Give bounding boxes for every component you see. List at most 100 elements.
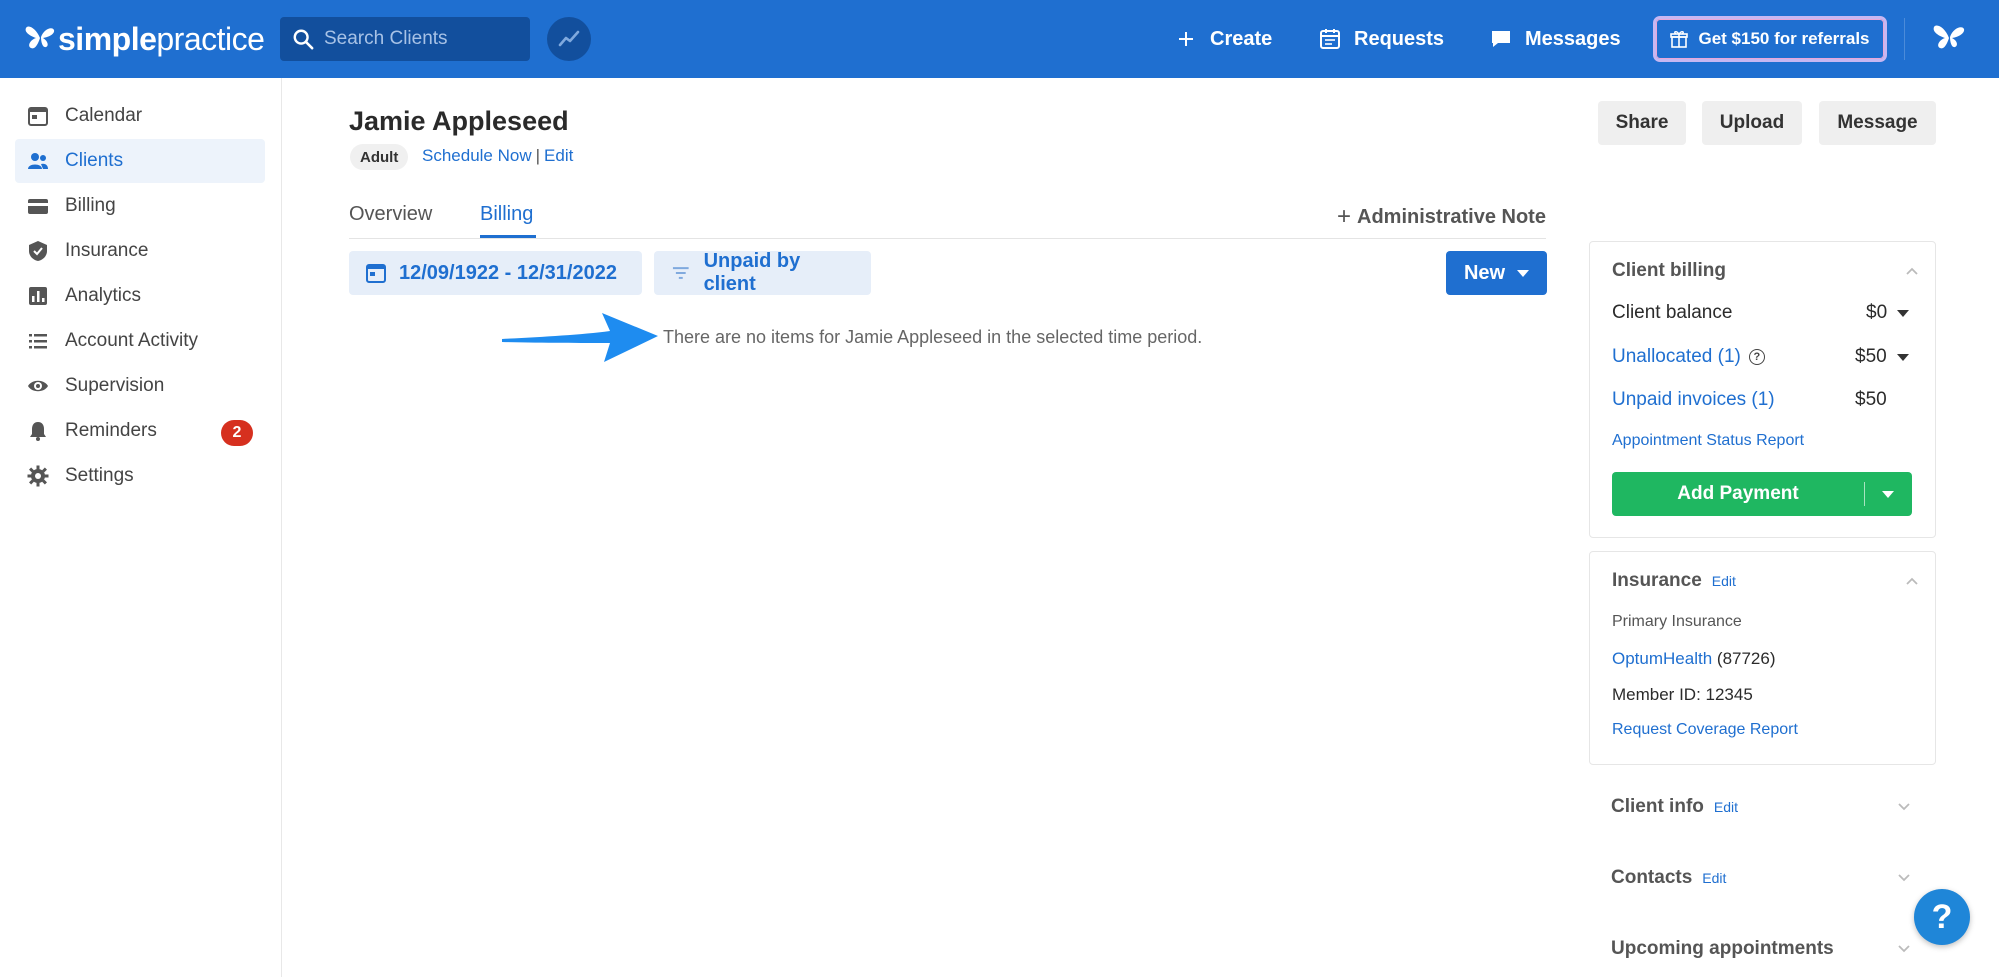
calendar-list-icon (1320, 29, 1340, 49)
search-input[interactable] (324, 28, 514, 50)
caret-down-icon (1517, 269, 1530, 277)
referral-label: Get $150 for referrals (1698, 29, 1870, 48)
bar-chart-icon (29, 287, 47, 305)
trend-line-icon (558, 30, 580, 47)
chevron-down-icon[interactable] (1897, 942, 1911, 956)
tabs-divider (349, 238, 1546, 239)
unpaid-filter-button[interactable]: Unpaid by client (654, 250, 871, 295)
chat-bubble-icon (1492, 31, 1510, 47)
sidebar: Calendar Clients Billing Insurance Analy… (0, 78, 282, 977)
filter-label: Unpaid by client (703, 250, 801, 295)
sidebar-item-label: Supervision (65, 375, 165, 396)
reminders-count-badge: 2 (221, 420, 253, 446)
link-separator: | (535, 146, 541, 165)
administrative-note-button[interactable]: + Administrative Note (1337, 203, 1546, 231)
sidebar-item-analytics[interactable]: Analytics (15, 274, 265, 318)
add-payment-button[interactable]: Add Payment (1612, 472, 1912, 516)
insurance-edit-link[interactable]: Edit (1712, 573, 1736, 589)
create-label: Create (1210, 27, 1273, 50)
create-button[interactable]: Create (1174, 18, 1272, 60)
primary-insurance-label: Primary Insurance (1612, 613, 1742, 630)
client-balance-value: $0 (1866, 302, 1888, 323)
chevron-up-icon[interactable] (1905, 264, 1919, 278)
sidebar-item-label: Settings (65, 465, 134, 486)
insurance-provider-link[interactable]: OptumHealth (1612, 649, 1712, 668)
unallocated-dropdown[interactable]: $50 (1855, 346, 1909, 368)
upcoming-appointments-title: Upcoming appointments (1611, 938, 1834, 959)
requests-button[interactable]: Requests (1318, 18, 1444, 60)
butterfly-menu-icon[interactable] (1932, 22, 1966, 54)
share-button[interactable]: Share (1598, 101, 1686, 145)
insurance-title-row: Insurance Edit (1612, 570, 1736, 592)
list-icon (29, 334, 47, 349)
empty-state-message: There are no items for Jamie Appleseed i… (663, 327, 1203, 347)
client-balance-label: Client balance (1612, 302, 1733, 323)
chevron-up-icon[interactable] (1905, 574, 1919, 588)
sidebar-item-label: Reminders (65, 420, 157, 441)
unallocated-link[interactable]: Unallocated (1)? (1612, 346, 1765, 368)
gift-icon (1670, 31, 1689, 48)
sidebar-item-settings[interactable]: Settings (15, 454, 265, 498)
unallocated-label: Unallocated (1) (1612, 346, 1741, 367)
sidebar-item-calendar[interactable]: Calendar (15, 94, 265, 138)
upcoming-appointments-section-header[interactable]: Upcoming appointments (1611, 938, 1834, 960)
client-info-edit-link[interactable]: Edit (1714, 799, 1738, 815)
appointment-status-report-link[interactable]: Appointment Status Report (1612, 432, 1804, 450)
requests-label: Requests (1354, 27, 1445, 50)
sidebar-item-supervision[interactable]: Supervision (15, 364, 265, 408)
new-button-label: New (1463, 261, 1506, 284)
sidebar-item-label: Analytics (65, 285, 142, 306)
sidebar-item-label: Calendar (65, 105, 143, 126)
tab-billing[interactable]: Billing (480, 203, 533, 226)
brand-name-light: practice (156, 20, 265, 57)
contacts-edit-link[interactable]: Edit (1702, 870, 1726, 886)
messages-button[interactable]: Messages (1489, 18, 1621, 60)
insurance-card: Insurance Edit Primary Insurance OptumHea… (1589, 551, 1936, 765)
sidebar-item-label: Insurance (65, 240, 149, 261)
filter-lines-icon (672, 267, 689, 279)
upload-button[interactable]: Upload (1702, 101, 1802, 145)
calendar-icon (366, 264, 386, 283)
help-question-icon[interactable]: ? (1748, 349, 1765, 365)
annotation-arrow-icon (502, 313, 658, 362)
sidebar-item-clients[interactable]: Clients (15, 139, 265, 183)
button-divider (1864, 482, 1865, 506)
caret-down-icon[interactable] (1882, 491, 1894, 498)
tab-overview[interactable]: Overview (349, 203, 432, 226)
sidebar-item-insurance[interactable]: Insurance (15, 229, 265, 273)
contacts-section-header[interactable]: Contacts Edit (1611, 867, 1726, 889)
client-info-title: Client info (1611, 796, 1704, 817)
chevron-down-icon[interactable] (1897, 871, 1911, 885)
butterfly-logo-icon (25, 26, 55, 49)
chevron-down-icon[interactable] (1897, 800, 1911, 814)
client-info-section-header[interactable]: Client info Edit (1611, 796, 1738, 818)
billing-card-icon (28, 199, 48, 214)
brand-logo[interactable]: simple practice (24, 16, 265, 62)
date-range-button[interactable]: 12/09/1922 - 12/31/2022 (349, 251, 642, 295)
search-box[interactable] (280, 17, 530, 61)
request-coverage-report-link[interactable]: Request Coverage Report (1612, 721, 1798, 739)
referral-button[interactable]: Get $150 for referrals (1653, 16, 1887, 62)
message-button[interactable]: Message (1819, 101, 1936, 145)
schedule-now-link[interactable]: Schedule Now (422, 146, 532, 165)
new-dropdown-button[interactable]: New (1446, 251, 1547, 295)
help-button[interactable]: ? (1914, 889, 1970, 945)
insurance-provider-row: OptumHealth (87726) (1612, 649, 1776, 669)
member-id: Member ID: 12345 (1612, 685, 1753, 704)
client-billing-title: Client billing (1612, 260, 1726, 281)
client-balance-dropdown[interactable]: $0 (1866, 302, 1910, 324)
sidebar-item-billing[interactable]: Billing (15, 184, 265, 228)
insights-button[interactable] (547, 17, 591, 61)
sidebar-item-label: Account Activity (65, 330, 199, 351)
search-icon (293, 29, 314, 50)
clients-icon (28, 153, 48, 169)
brand-name-bold: simple (58, 20, 157, 57)
bell-icon (30, 422, 46, 441)
edit-client-link[interactable]: Edit (544, 146, 573, 165)
client-name-title: Jamie Appleseed (349, 106, 569, 136)
unpaid-invoices-link[interactable]: Unpaid invoices (1) (1612, 389, 1775, 411)
sidebar-item-account-activity[interactable]: Account Activity (15, 319, 265, 363)
sidebar-item-reminders[interactable]: Reminders 2 (15, 409, 265, 453)
unallocated-value: $50 (1855, 346, 1887, 367)
caret-down-icon (1896, 353, 1909, 361)
